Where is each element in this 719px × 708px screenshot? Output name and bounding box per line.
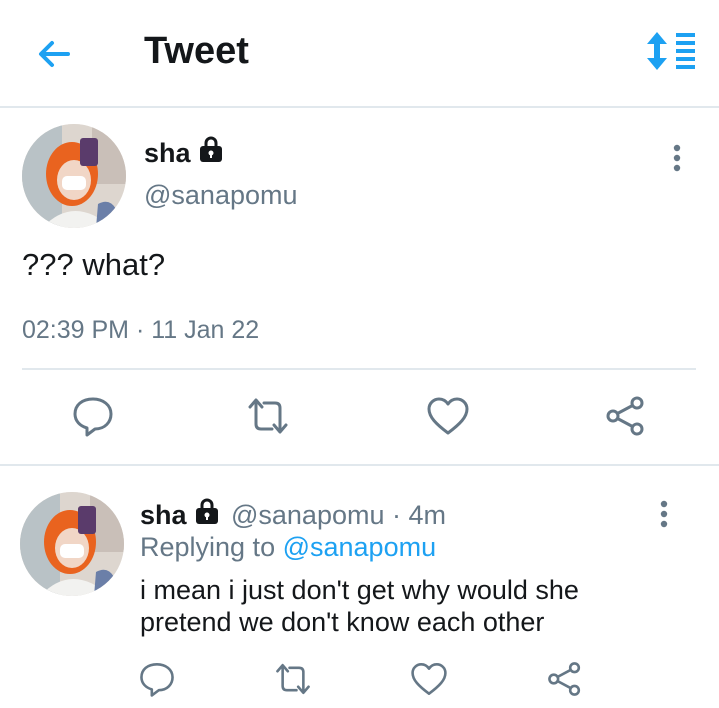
tweet-text: ??? what? [22,247,166,282]
page-title: Tweet [144,30,249,72]
like-icon[interactable] [426,394,470,438]
lock-icon [197,136,225,171]
divider [22,368,696,370]
reply-age: 4m [408,500,446,530]
replying-to: Replying to @sanapomu [140,532,436,563]
replying-to-link[interactable]: @sanapomu [283,532,437,562]
retweet-icon[interactable] [246,394,290,438]
avatar[interactable] [22,124,126,228]
divider [0,464,719,466]
author-name-text: sha [144,138,191,168]
avatar[interactable] [20,492,124,596]
reply-icon[interactable] [138,660,176,698]
reply-text-line-1: i mean i just don't get why would she [140,575,579,605]
like-icon[interactable] [410,660,448,698]
reply-author-name[interactable]: sha [140,500,187,530]
more-icon[interactable] [658,498,670,538]
author-handle[interactable]: @sanapomu [144,180,298,211]
share-icon[interactable] [604,394,648,438]
share-icon[interactable] [546,660,584,698]
reply-header: sha @sanapomu · 4m [140,498,446,531]
reply-icon[interactable] [71,394,115,438]
retweet-icon[interactable] [274,660,312,698]
tweet-timestamp: 02:39 PM · 11 Jan 22 [22,316,260,344]
reply-author-handle[interactable]: @sanapomu [231,500,385,530]
reply-text-line-2: pretend we don't know each other [140,607,545,637]
author-name[interactable]: sha [144,136,225,171]
top-bar [0,0,719,108]
more-icon[interactable] [671,142,683,182]
lock-icon [193,498,221,531]
sort-icon[interactable] [644,30,696,72]
separator: · [384,500,409,530]
back-arrow-icon[interactable] [34,34,74,74]
replying-prefix: Replying to [140,532,283,562]
